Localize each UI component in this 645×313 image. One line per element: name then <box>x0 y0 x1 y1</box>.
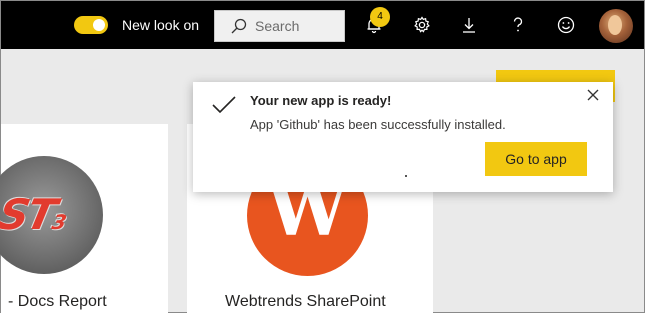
close-icon[interactable] <box>586 88 600 102</box>
settings-button[interactable] <box>410 13 434 37</box>
search-box[interactable]: Search <box>214 10 345 42</box>
help-button[interactable] <box>506 13 530 37</box>
smiley-icon <box>557 16 575 34</box>
gear-icon <box>414 16 430 33</box>
st-logo-icon: ST3 <box>0 156 103 274</box>
notification-badge: 4 <box>370 7 390 27</box>
toggle-knob <box>93 19 105 31</box>
go-to-app-button[interactable]: Go to app <box>485 142 587 176</box>
notification-title: Your new app is ready! <box>250 93 392 108</box>
feedback-button[interactable] <box>554 13 578 37</box>
avatar-face <box>608 15 622 35</box>
new-look-toggle[interactable] <box>74 16 108 34</box>
notification-message: App 'Github' has been successfully insta… <box>250 117 506 132</box>
download-icon <box>463 18 475 33</box>
app-ready-notification: Your new app is ready! App 'Github' has … <box>193 82 613 192</box>
app-card-title: - Docs Report <box>8 293 107 310</box>
divider-dot <box>405 175 407 177</box>
new-look-label: New look on <box>122 17 200 33</box>
search-placeholder: Search <box>255 18 300 34</box>
checkmark-icon <box>212 96 236 114</box>
app-card[interactable]: ST3 - Docs Report <box>0 124 168 313</box>
avatar[interactable] <box>599 9 633 43</box>
search-icon <box>231 18 247 34</box>
help-icon <box>513 17 523 32</box>
app-card-title: Webtrends SharePoint <box>225 293 386 310</box>
download-button[interactable] <box>457 13 481 37</box>
top-bar: New look on Search 4 <box>1 1 644 49</box>
